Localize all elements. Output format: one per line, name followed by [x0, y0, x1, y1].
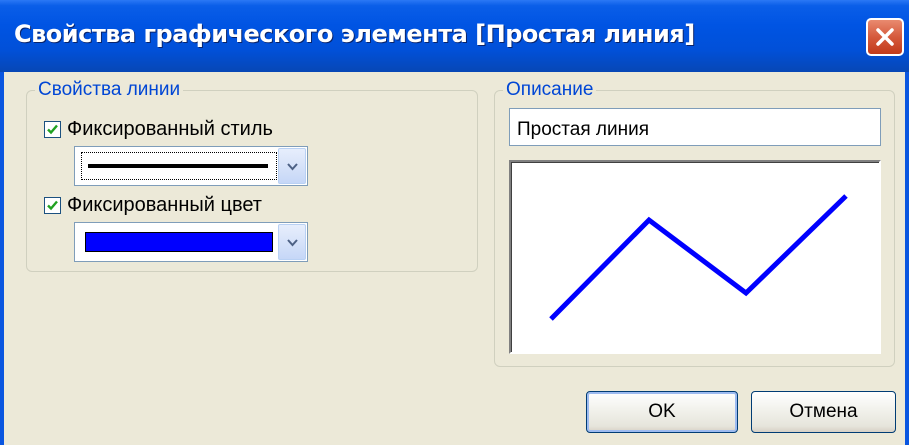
line-properties-legend: Свойства линии	[38, 79, 181, 100]
line-preview-canvas	[511, 162, 879, 352]
line-style-display[interactable]	[81, 152, 277, 180]
checkmark-icon	[47, 200, 58, 211]
line-style-swatch	[88, 164, 268, 168]
fixed-color-label[interactable]: Фиксированный цвет	[67, 194, 262, 217]
description-legend: Описание	[506, 79, 594, 100]
description-input[interactable]	[509, 108, 881, 146]
fixed-style-row[interactable]: Фиксированный стиль	[44, 118, 273, 141]
close-icon	[876, 28, 894, 46]
fixed-style-checkbox[interactable]	[44, 121, 61, 138]
line-style-dropdown[interactable]	[74, 146, 308, 186]
line-preview	[509, 160, 881, 354]
dialog-window: Свойства графического элемента [Простая …	[0, 0, 909, 445]
line-color-dropdown-button[interactable]	[278, 224, 306, 260]
preview-line-graphic	[549, 194, 848, 321]
preview-polyline	[549, 194, 848, 321]
window-title: Свойства графического элемента [Простая …	[14, 20, 695, 48]
fixed-style-label[interactable]: Фиксированный стиль	[67, 118, 273, 141]
chevron-down-icon	[287, 239, 298, 247]
window-frame-left	[0, 72, 4, 445]
line-color-display[interactable]	[81, 228, 277, 256]
fixed-color-checkbox[interactable]	[44, 197, 61, 214]
cancel-button[interactable]: Отмена	[751, 391, 896, 433]
ok-button[interactable]: OK	[586, 391, 738, 433]
line-style-dropdown-button[interactable]	[278, 148, 306, 184]
window-frame-right	[905, 72, 909, 445]
checkmark-icon	[47, 124, 58, 135]
close-button[interactable]	[866, 18, 904, 56]
fixed-color-row[interactable]: Фиксированный цвет	[44, 194, 262, 217]
chevron-down-icon	[287, 163, 298, 171]
line-color-swatch	[85, 232, 273, 252]
line-color-dropdown[interactable]	[74, 222, 308, 262]
title-bar[interactable]: Свойства графического элемента [Простая …	[0, 0, 909, 72]
